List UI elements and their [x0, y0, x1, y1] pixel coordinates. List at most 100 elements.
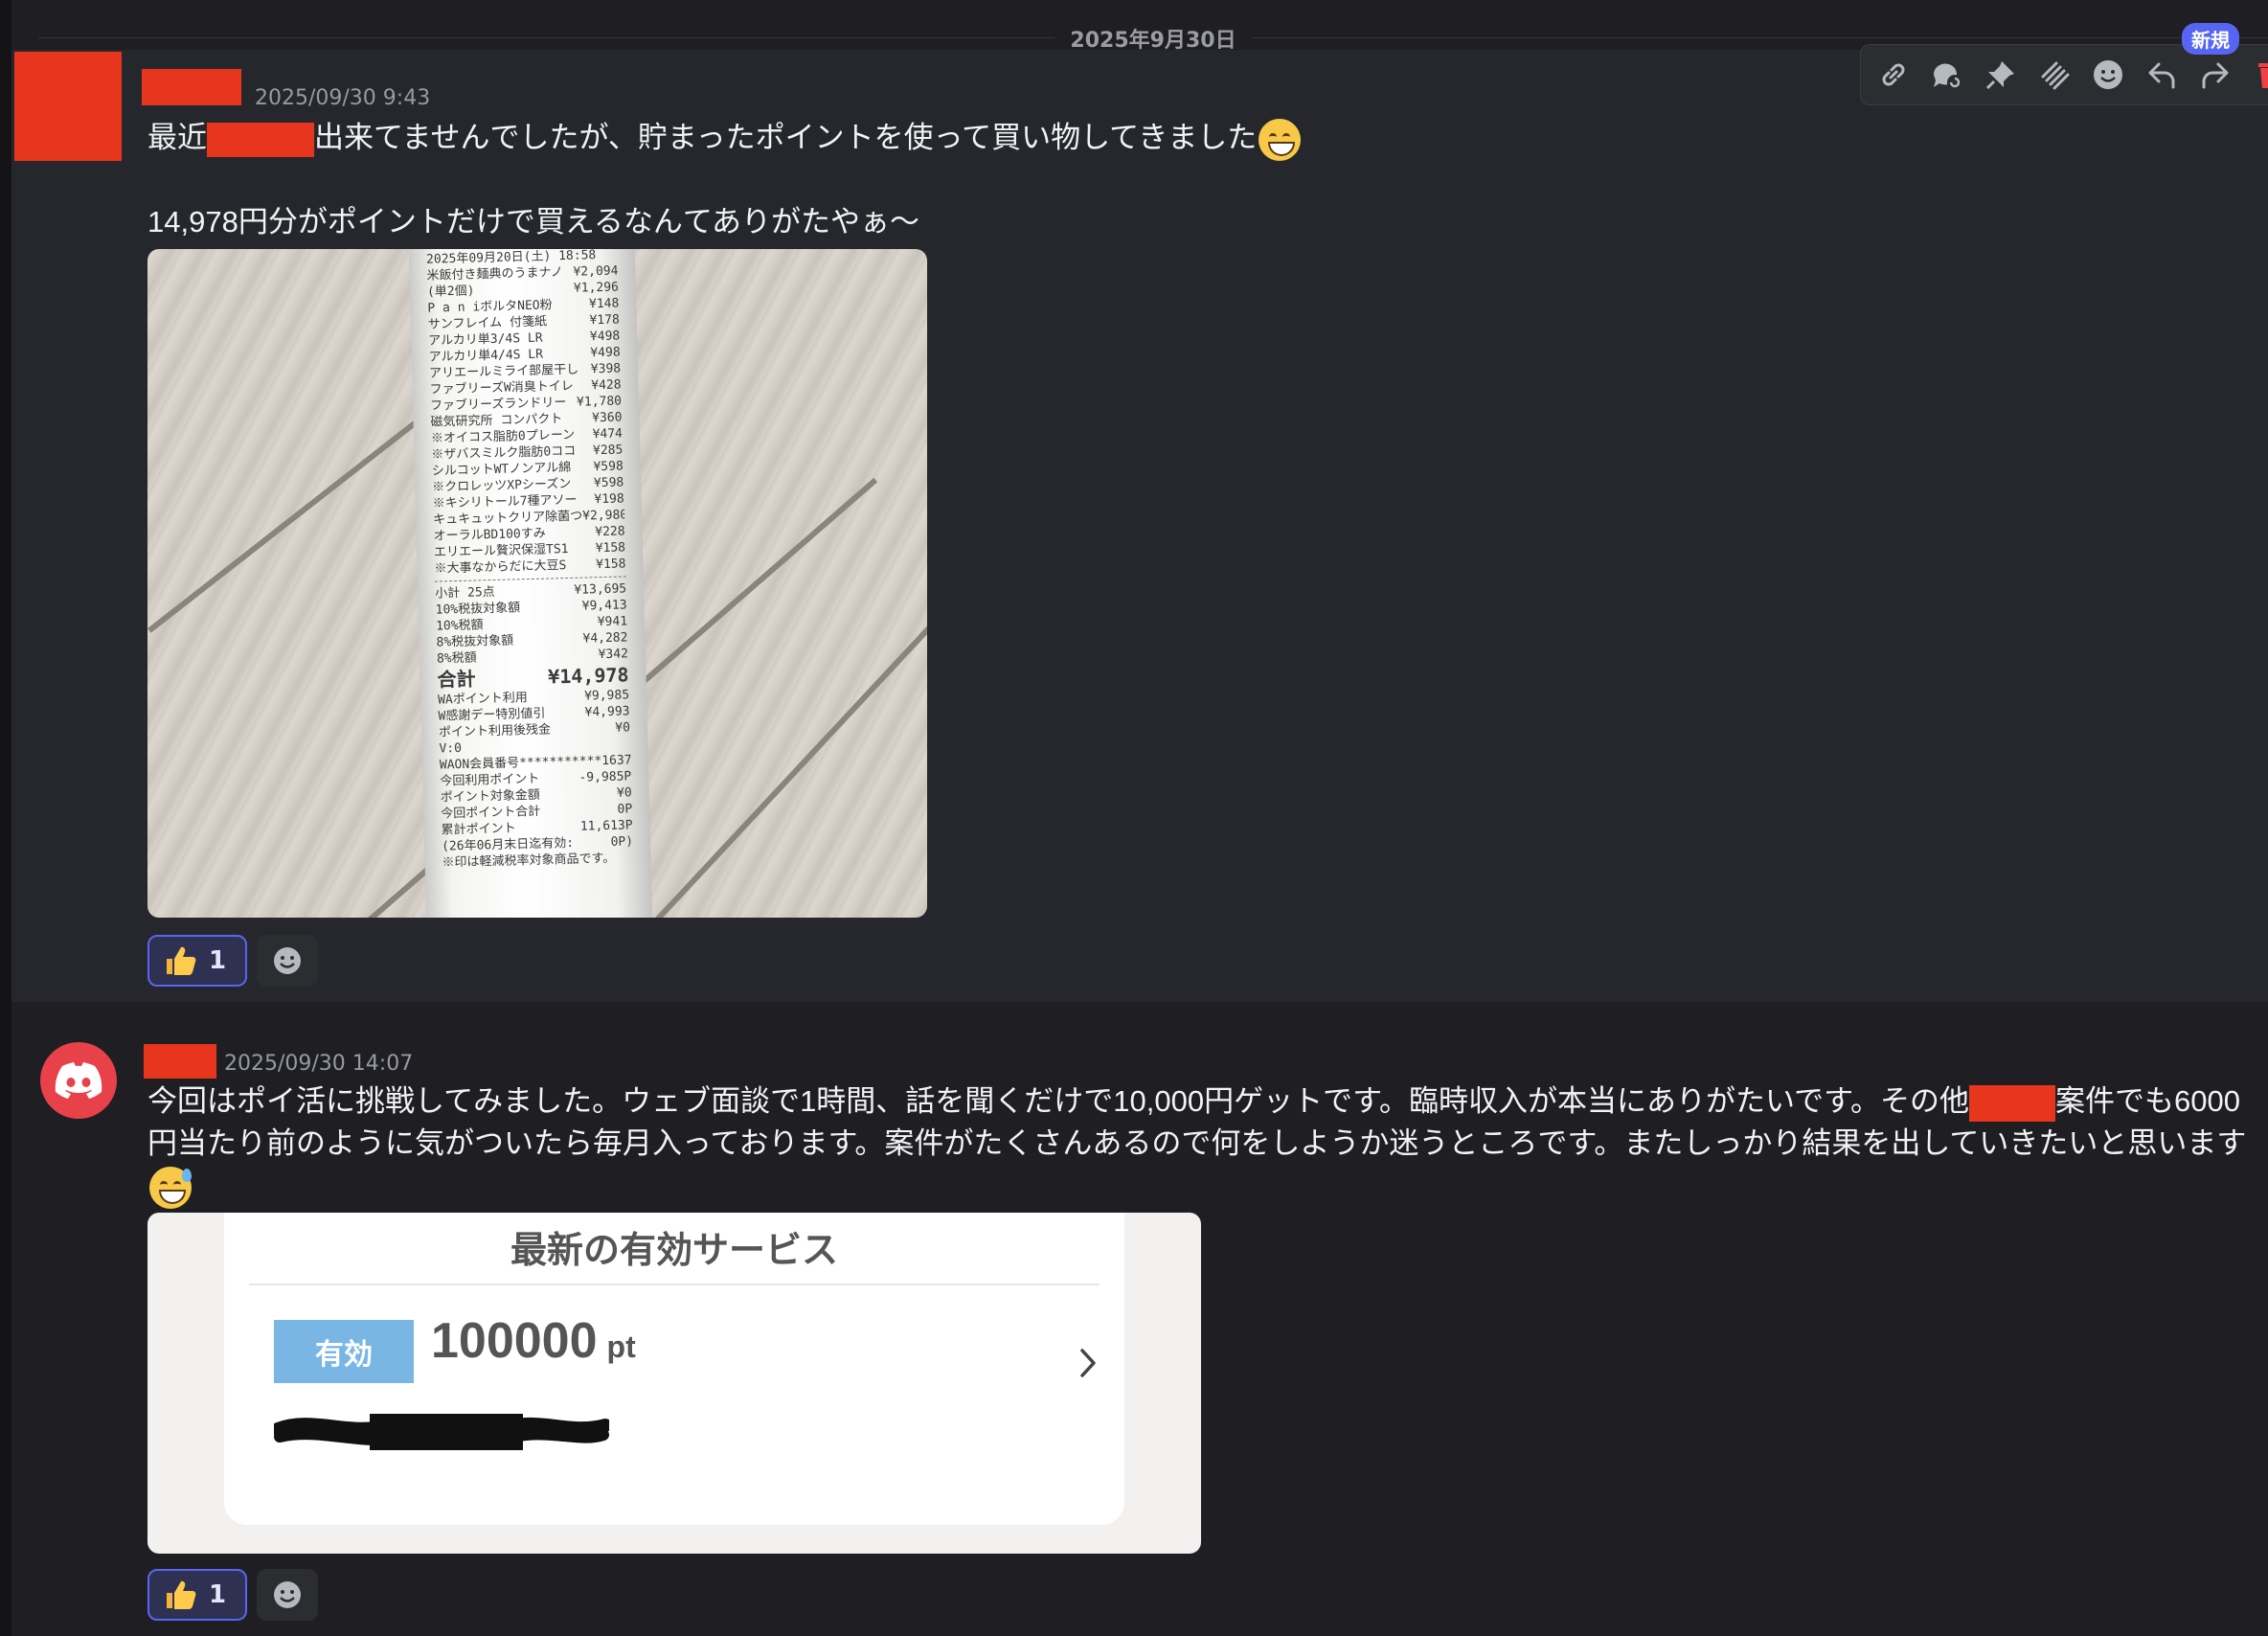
thumbs-up-reaction[interactable]: 1 [147, 1569, 247, 1621]
receipt-item-label: 8%税抜対象額 [436, 633, 514, 650]
service-screenshot-attachment[interactable]: 最新の有効サービス 有効 100000 pt [147, 1213, 1201, 1554]
message-timestamp: 2025/09/30 14:07 [224, 1052, 414, 1076]
message-text-line-1: 最近 出来てませんでしたが、貯まったポイントを使って買い物してきました [147, 117, 1302, 161]
receipt-item-amount: ¥2,980 [581, 508, 625, 524]
receipt-item-label: 累計ポイント [441, 821, 516, 838]
thumbs-up-icon [167, 1580, 196, 1609]
receipt-item-amount: ¥498 [590, 345, 621, 361]
reaction-count: 1 [209, 946, 227, 975]
receipt-item-label: 8%税額 [436, 650, 477, 667]
new-badge: 新規 [2182, 23, 2239, 55]
service-card: 最新の有効サービス 有効 100000 pt [224, 1213, 1124, 1525]
redacted-text [1969, 1084, 2055, 1122]
smiley-add-icon [274, 1581, 301, 1608]
receipt-item-amount: ¥13,695 [574, 581, 627, 598]
message-1[interactable]: 2025/09/30 9:43 最近 出来てませんでしたが、貯まったポイントを使っ… [11, 50, 2268, 1002]
points-value: 100000 [431, 1313, 598, 1369]
scribbled-redaction [274, 1414, 609, 1450]
link-icon[interactable] [1872, 54, 1915, 96]
thumbs-up-icon [167, 946, 196, 975]
sweat-smile-emoji-icon [149, 1166, 192, 1209]
receipt-item-amount: ¥4,282 [582, 630, 628, 647]
receipt-item-amount: ¥428 [591, 377, 622, 394]
receipt-item-amount: ¥148 [588, 296, 620, 312]
receipt-item-amount: ¥4,993 [584, 704, 630, 720]
forward-icon[interactable] [2194, 54, 2236, 96]
reply-icon[interactable] [2141, 54, 2183, 96]
emoji-icon[interactable] [2087, 54, 2129, 96]
chevron-right-icon[interactable] [1078, 1347, 1100, 1379]
receipt-item-amount: ¥285 [592, 443, 624, 459]
delete-icon[interactable] [2248, 54, 2268, 96]
receipt-item-label: 10%税額 [435, 618, 484, 634]
grand-total-value: ¥14,978 [547, 663, 629, 689]
pin-icon[interactable] [1980, 54, 2022, 96]
receipt-item-label: V:0 [439, 740, 463, 757]
service-divider [249, 1284, 1100, 1285]
thumbs-up-reaction[interactable]: 1 [147, 935, 247, 987]
receipt-item-amount: ¥158 [595, 557, 626, 573]
floor-seam [655, 497, 927, 918]
receipt-item-amount: ¥498 [589, 329, 621, 345]
receipt-item-label: 今回ポイント合計 [441, 804, 541, 822]
receipt-item-amount: 0P [617, 802, 633, 817]
add-reaction-button[interactable] [257, 1569, 318, 1621]
receipt-item-amount: ¥198 [594, 491, 624, 508]
receipt-item-label: 10%税抜対象額 [435, 601, 521, 618]
receipt-item-amount: ¥360 [591, 410, 623, 426]
thread-icon[interactable] [1926, 54, 1968, 96]
receipt-item-amount: ¥1,780 [576, 394, 623, 410]
avatar-redacted[interactable] [14, 52, 122, 161]
receipt-item-amount: 0P) [610, 834, 634, 850]
receipt-item-amount: ¥178 [589, 312, 621, 329]
receipt-item-amount: ¥1,296 [573, 280, 620, 296]
receipt-item-amount: ¥0 [616, 785, 632, 801]
receipt-item-label: WAON会員番号 [439, 756, 520, 773]
receipt-item-amount: ¥398 [590, 361, 622, 377]
mark-icon[interactable] [2033, 54, 2075, 96]
receipt-item-amount: ¥9,985 [583, 688, 630, 704]
receipt-item-amount: ¥2,094 [573, 263, 619, 280]
receipt-item-amount: ¥158 [595, 540, 626, 557]
receipt-item-amount: ¥941 [597, 614, 628, 630]
text-segment: 今回はポイ活に挑戦してみました。ウェブ面談で1時間、話を聞くだけで10,000円… [147, 1084, 1969, 1118]
message-text: 今回はポイ活に挑戦してみました。ウェブ面談で1時間、話を聞くだけで10,000円… [147, 1080, 2264, 1209]
receipt-photo-attachment[interactable]: 2025年09月20日(土) 18:58 米飯付き麺典のうまナノ ¥2,094 (単… [147, 249, 927, 918]
service-points: 100000 pt [431, 1312, 636, 1370]
discord-avatar[interactable] [40, 1042, 117, 1119]
text-segment: 出来てませんでしたが、貯まったポイントを使って買い物してきました [314, 121, 1258, 154]
receipt-item-amount: ¥228 [595, 524, 625, 540]
receipt-item-amount: 11,613P [579, 818, 633, 834]
receipt-item-label: 小計 25点 [435, 584, 495, 602]
receipt-item-amount: ¥474 [592, 426, 624, 443]
message-2[interactable]: 2025/09/30 14:07 今回はポイ活に挑戦してみました。ウェブ面談で1… [11, 1002, 2268, 1636]
service-title: 最新の有効サービス [510, 1231, 838, 1271]
text-segment: 最近 [147, 121, 207, 154]
message-text-line-2: 14,978円分がポイントだけで買えるなんてありがたやぁ〜 [147, 205, 919, 239]
redacted-text [207, 122, 314, 157]
receipt-item-label: ※大事なからだに大豆S [434, 558, 567, 577]
username-redacted[interactable] [144, 1044, 216, 1079]
server-sidebar-edge [0, 0, 11, 1636]
grand-total-label: 合計 [437, 667, 476, 692]
receipt-item-label: ※印は軽減税率対象商品です。 [442, 851, 616, 871]
receipt-item-label: (単2個) [426, 284, 475, 300]
receipt-item-amount: ¥598 [593, 459, 624, 475]
add-reaction-button[interactable] [257, 935, 318, 987]
reaction-count: 1 [209, 1580, 227, 1609]
grinning-emoji-icon [1259, 118, 1302, 161]
discord-chat-view: 2025年9月30日 2025/09/30 9:43 最近 出来てませんでしたが、… [0, 0, 2268, 1636]
smiley-add-icon [274, 947, 301, 974]
discord-logo-icon [55, 1062, 102, 1099]
active-badge: 有効 [274, 1320, 414, 1383]
receipt-item-amount: ¥342 [598, 647, 629, 663]
receipt-item-label: ポイント利用後残金 [438, 722, 552, 740]
username-redacted[interactable] [142, 69, 241, 105]
receipt-item-amount: -9,985P [578, 769, 632, 785]
receipt-paper: 2025年09月20日(土) 18:58 米飯付き麺典のうまナノ ¥2,094 (単… [408, 249, 653, 918]
points-unit: pt [606, 1329, 636, 1364]
receipt-item-amount: ¥0 [615, 720, 631, 736]
receipt-item-amount: ¥598 [593, 475, 624, 491]
message-timestamp: 2025/09/30 9:43 [255, 86, 431, 110]
receipt-item-amount: ¥9,413 [581, 598, 627, 614]
